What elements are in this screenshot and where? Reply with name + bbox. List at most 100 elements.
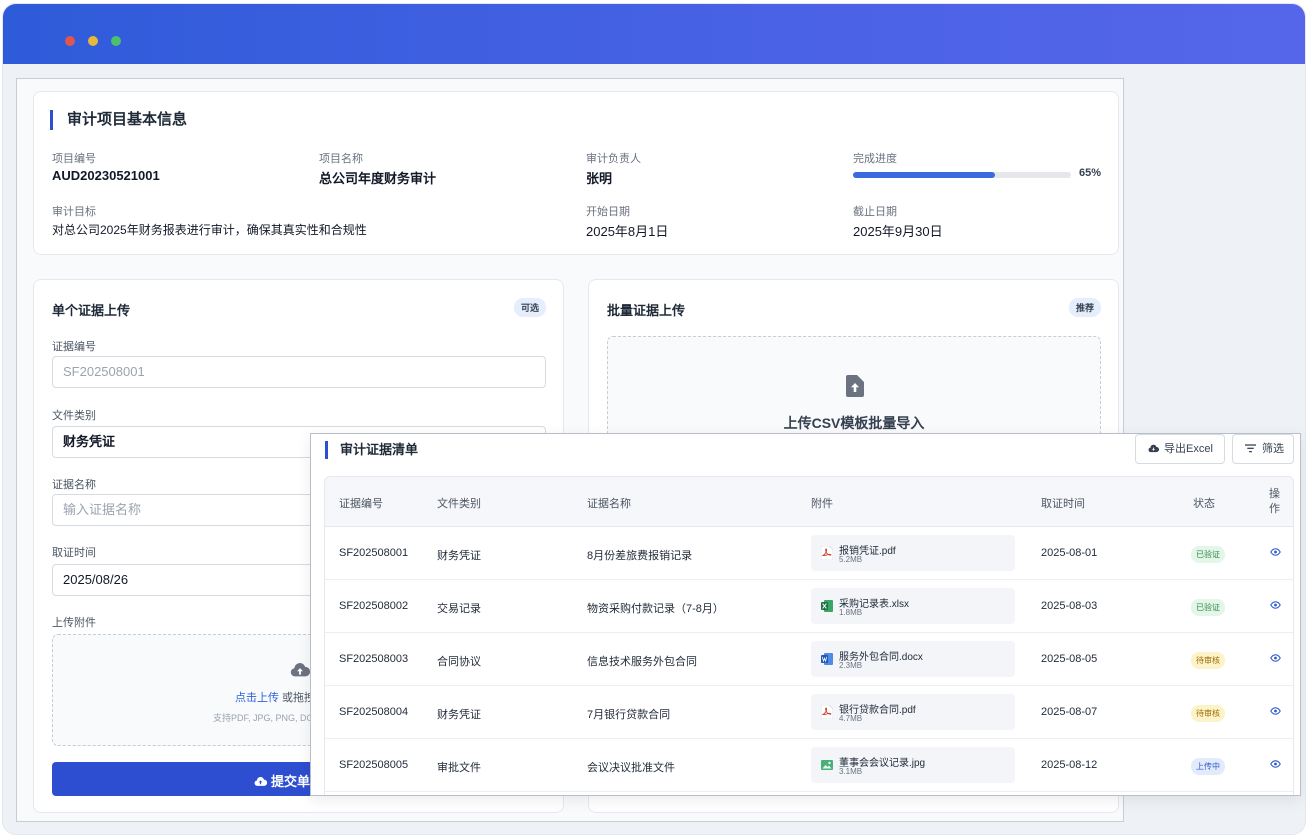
attachment-label: 上传附件 xyxy=(52,617,96,629)
status-badge: 已验证 xyxy=(1191,546,1225,563)
col-category[interactable]: 文件类别 xyxy=(437,495,481,511)
table-row[interactable]: SF202508003 合同协议 信息技术服务外包合同 服务外包合同.docx 2.3M… xyxy=(325,633,1293,686)
row-evidence-id: SF202508005 xyxy=(339,759,409,771)
batch-drop-text: 上传CSV模板批量导入 xyxy=(783,415,925,431)
table-row[interactable]: SF202508004 财务凭证 7月银行贷款合同 银行贷款合同.pdf 4.7MB 20… xyxy=(325,686,1293,739)
row-category: 财务凭证 xyxy=(437,709,481,721)
table-row[interactable]: SF202508002 交易记录 物资采购付款记录（7-8月） 采购记录表.xlsx 1… xyxy=(325,580,1293,633)
status-badge: 上传中 xyxy=(1191,758,1225,775)
table-row[interactable]: SF202508005 审批文件 会议决议批准文件 董事会会议记录.jpg 3.1MB 2… xyxy=(325,739,1293,792)
app-window: 审计项目基本信息 项目编号 AUD20230521001 项目名称 总公司年度财… xyxy=(2,3,1306,835)
view-eye-icon[interactable] xyxy=(1270,548,1281,556)
cloud-download-icon xyxy=(1148,444,1159,453)
end-date-label: 截止日期 xyxy=(853,206,897,218)
table-row[interactable]: SF202508001 财务凭证 8月份差旅费报销记录 报销凭证.pdf 5.2MB 20… xyxy=(325,527,1293,580)
minimize-window-button[interactable] xyxy=(88,36,98,46)
export-excel-label: 导出Excel xyxy=(1164,443,1213,455)
pdf-file-icon xyxy=(821,546,833,560)
cloud-upload-icon xyxy=(254,776,268,786)
dropzone-hint: 支持PDF, JPG, PNG, DO xyxy=(213,713,314,723)
maximize-window-button[interactable] xyxy=(111,36,121,46)
progress-bar-fill xyxy=(853,172,995,178)
optional-badge: 可选 xyxy=(514,298,547,317)
row-evidence-id: SF202508001 xyxy=(339,547,409,559)
row-date: 2025-08-03 xyxy=(1041,600,1098,612)
attachment-chip[interactable]: 采购记录表.xlsx 1.8MB xyxy=(811,588,1015,624)
row-name: 会议决议批准文件 xyxy=(587,762,675,774)
row-category: 财务凭证 xyxy=(437,550,481,562)
auditor-value: 张明 xyxy=(586,171,613,186)
project-info-title: 审计项目基本信息 xyxy=(50,110,187,130)
status-badge: 已验证 xyxy=(1191,599,1225,616)
row-category: 交易记录 xyxy=(437,603,481,615)
col-actions: 操作 xyxy=(1269,488,1280,515)
view-eye-icon[interactable] xyxy=(1270,760,1281,768)
filter-button[interactable]: 筛选 xyxy=(1232,434,1294,464)
col-attachment[interactable]: 附件 xyxy=(811,495,833,511)
cloud-upload-icon xyxy=(290,663,311,677)
table-header: 证据编号 文件类别 证据名称 附件 取证时间 状态 操作 xyxy=(325,477,1293,527)
row-category: 审批文件 xyxy=(437,762,481,774)
project-info-card: 审计项目基本信息 项目编号 AUD20230521001 项目名称 总公司年度财… xyxy=(33,91,1119,255)
project-id-value: AUD20230521001 xyxy=(52,168,160,183)
progress-percent: 65% xyxy=(1079,167,1102,179)
collect-date-label: 取证时间 xyxy=(52,547,96,559)
attachment-chip[interactable]: 董事会会议记录.jpg 3.1MB xyxy=(811,747,1015,783)
filter-icon xyxy=(1245,444,1256,453)
row-evidence-id: SF202508002 xyxy=(339,600,409,612)
start-date-label: 开始日期 xyxy=(586,206,630,218)
progress-label: 完成进度 xyxy=(853,153,897,165)
view-eye-icon[interactable] xyxy=(1270,601,1281,609)
row-date: 2025-08-01 xyxy=(1041,547,1098,559)
row-evidence-id: SF202508003 xyxy=(339,653,409,665)
status-badge: 待审核 xyxy=(1191,652,1225,669)
evidence-list-title: 审计证据清单 xyxy=(325,441,418,459)
attachment-file-size: 4.7MB xyxy=(839,714,863,723)
view-eye-icon[interactable] xyxy=(1270,707,1281,715)
evidence-table: 证据编号 文件类别 证据名称 附件 取证时间 状态 操作 SF202508001… xyxy=(324,476,1294,795)
attachment-chip[interactable]: 服务外包合同.docx 2.3MB xyxy=(811,641,1015,677)
col-date[interactable]: 取证时间 xyxy=(1041,495,1085,511)
evidence-name-label: 证据名称 xyxy=(52,479,96,491)
export-excel-button[interactable]: 导出Excel xyxy=(1135,434,1225,464)
evidence-list-panel: 审计证据清单 导出Excel 筛选 证据编号 文件类别 证据名称 附件 取证时间 xyxy=(310,433,1301,796)
row-category: 合同协议 xyxy=(437,656,481,668)
row-date: 2025-08-12 xyxy=(1041,759,1098,771)
single-upload-title: 单个证据上传 xyxy=(52,303,131,318)
evidence-id-label: 证据编号 xyxy=(52,341,96,353)
row-name: 7月银行贷款合同 xyxy=(587,709,671,721)
start-date-value: 2025年8月1日 xyxy=(586,224,669,239)
file-category-label: 文件类别 xyxy=(52,410,96,422)
click-upload-link[interactable]: 点击上传 xyxy=(235,692,279,704)
evidence-id-input[interactable]: SF202508001 xyxy=(52,356,546,388)
audit-goal-value: 对总公司2025年财务报表进行审计，确保其真实性和合规性 xyxy=(52,223,367,237)
row-name: 信息技术服务外包合同 xyxy=(587,656,697,668)
attachment-file-size: 2.3MB xyxy=(839,661,863,670)
audit-goal-label: 审计目标 xyxy=(52,206,96,218)
col-evidence-id[interactable]: 证据编号 xyxy=(339,495,383,511)
row-date: 2025-08-07 xyxy=(1041,706,1098,718)
image-file-icon xyxy=(821,760,833,770)
view-eye-icon[interactable] xyxy=(1270,654,1281,662)
project-id-label: 项目编号 xyxy=(52,153,96,165)
attachment-chip[interactable]: 报销凭证.pdf 5.2MB xyxy=(811,535,1015,571)
recommended-badge: 推荐 xyxy=(1069,298,1102,317)
filter-label: 筛选 xyxy=(1262,443,1284,455)
progress-bar xyxy=(853,172,1071,178)
row-name: 8月份差旅费报销记录 xyxy=(587,550,693,562)
end-date-value: 2025年9月30日 xyxy=(853,224,943,239)
title-bar xyxy=(3,4,1305,64)
attachment-chip[interactable]: 银行贷款合同.pdf 4.7MB xyxy=(811,694,1015,730)
col-status[interactable]: 状态 xyxy=(1193,495,1215,511)
dropzone-text: 点击上传 或拖拽 xyxy=(235,689,315,705)
file-upload-icon xyxy=(846,375,864,397)
excel-file-icon xyxy=(821,600,833,612)
batch-upload-title: 批量证据上传 xyxy=(607,303,686,318)
attachment-file-size: 5.2MB xyxy=(839,555,863,564)
col-name[interactable]: 证据名称 xyxy=(587,495,631,511)
project-name-label: 项目名称 xyxy=(319,153,363,165)
attachment-file-size: 3.1MB xyxy=(839,767,863,776)
close-window-button[interactable] xyxy=(65,36,75,46)
row-name: 物资采购付款记录（7-8月） xyxy=(587,603,724,615)
word-file-icon xyxy=(821,653,833,665)
